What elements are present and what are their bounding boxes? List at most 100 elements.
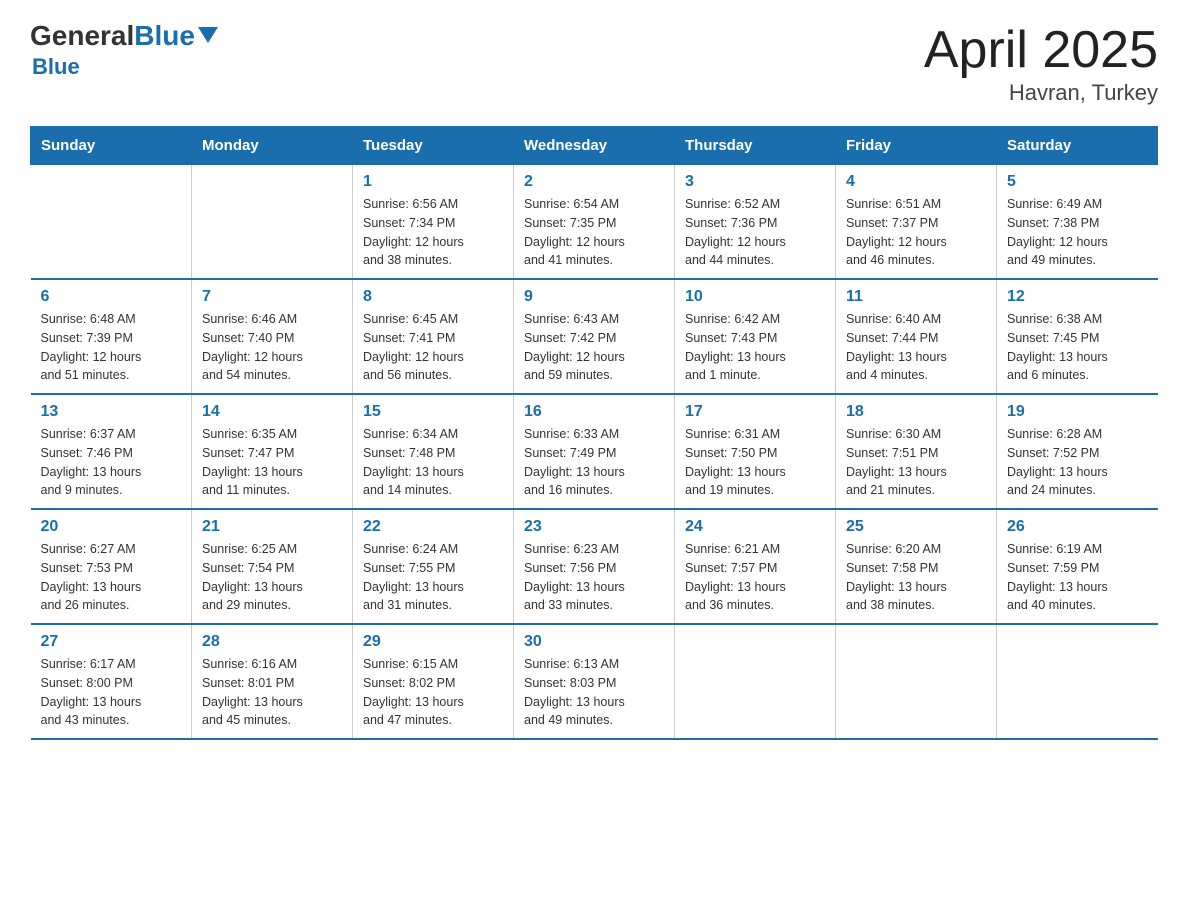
- day-number: 24: [685, 518, 825, 536]
- weekday-header-tuesday: Tuesday: [353, 127, 514, 165]
- day-number: 15: [363, 403, 503, 421]
- day-info: Sunrise: 6:17 AM Sunset: 8:00 PM Dayligh…: [41, 655, 182, 730]
- day-info: Sunrise: 6:51 AM Sunset: 7:37 PM Dayligh…: [846, 195, 986, 270]
- day-info: Sunrise: 6:46 AM Sunset: 7:40 PM Dayligh…: [202, 310, 342, 385]
- week-row-3: 13 Sunrise: 6:37 AM Sunset: 7:46 PM Dayli…: [31, 394, 1158, 509]
- day-info: Sunrise: 6:23 AM Sunset: 7:56 PM Dayligh…: [524, 540, 664, 615]
- weekday-header-monday: Monday: [192, 127, 353, 165]
- day-info: Sunrise: 6:19 AM Sunset: 7:59 PM Dayligh…: [1007, 540, 1148, 615]
- calendar-cell: 4 Sunrise: 6:51 AM Sunset: 7:37 PM Daylig…: [836, 165, 997, 280]
- logo-blue-label: Blue: [32, 54, 80, 80]
- day-info: Sunrise: 6:16 AM Sunset: 8:01 PM Dayligh…: [202, 655, 342, 730]
- day-info: Sunrise: 6:37 AM Sunset: 7:46 PM Dayligh…: [41, 425, 182, 500]
- calendar-table: SundayMondayTuesdayWednesdayThursdayFrid…: [30, 126, 1158, 740]
- day-info: Sunrise: 6:43 AM Sunset: 7:42 PM Dayligh…: [524, 310, 664, 385]
- day-number: 25: [846, 518, 986, 536]
- calendar-cell: 16Sunrise: 6:33 AM Sunset: 7:49 PM Dayli…: [514, 394, 675, 509]
- calendar-cell: 8 Sunrise: 6:45 AM Sunset: 7:41 PM Daylig…: [353, 279, 514, 394]
- month-year-title: April 2025: [924, 20, 1158, 80]
- day-number: 27: [41, 633, 182, 651]
- title-block: April 2025 Havran, Turkey: [924, 20, 1158, 106]
- day-number: 22: [363, 518, 503, 536]
- week-row-4: 20 Sunrise: 6:27 AM Sunset: 7:53 PM Dayli…: [31, 509, 1158, 624]
- calendar-cell: [31, 165, 192, 280]
- day-number: 11: [846, 288, 986, 306]
- day-info: Sunrise: 6:38 AM Sunset: 7:45 PM Dayligh…: [1007, 310, 1148, 385]
- calendar-cell: 14Sunrise: 6:35 AM Sunset: 7:47 PM Dayli…: [192, 394, 353, 509]
- day-info: Sunrise: 6:56 AM Sunset: 7:34 PM Dayligh…: [363, 195, 503, 270]
- day-number: 26: [1007, 518, 1148, 536]
- day-info: Sunrise: 6:25 AM Sunset: 7:54 PM Dayligh…: [202, 540, 342, 615]
- calendar-cell: [997, 624, 1158, 739]
- calendar-cell: 24 Sunrise: 6:21 AM Sunset: 7:57 PM Dayli…: [675, 509, 836, 624]
- calendar-cell: 21 Sunrise: 6:25 AM Sunset: 7:54 PM Dayli…: [192, 509, 353, 624]
- calendar-cell: 18 Sunrise: 6:30 AM Sunset: 7:51 PM Dayli…: [836, 394, 997, 509]
- weekday-header-saturday: Saturday: [997, 127, 1158, 165]
- day-info: Sunrise: 6:15 AM Sunset: 8:02 PM Dayligh…: [363, 655, 503, 730]
- day-info: Sunrise: 6:30 AM Sunset: 7:51 PM Dayligh…: [846, 425, 986, 500]
- day-info: Sunrise: 6:49 AM Sunset: 7:38 PM Dayligh…: [1007, 195, 1148, 270]
- day-number: 23: [524, 518, 664, 536]
- calendar-cell: 7 Sunrise: 6:46 AM Sunset: 7:40 PM Daylig…: [192, 279, 353, 394]
- day-number: 5: [1007, 173, 1148, 191]
- day-info: Sunrise: 6:42 AM Sunset: 7:43 PM Dayligh…: [685, 310, 825, 385]
- calendar-cell: 26 Sunrise: 6:19 AM Sunset: 7:59 PM Dayli…: [997, 509, 1158, 624]
- weekday-header-friday: Friday: [836, 127, 997, 165]
- calendar-cell: [675, 624, 836, 739]
- day-number: 7: [202, 288, 342, 306]
- weekday-header-row: SundayMondayTuesdayWednesdayThursdayFrid…: [31, 127, 1158, 165]
- calendar-cell: 10 Sunrise: 6:42 AM Sunset: 7:43 PM Dayli…: [675, 279, 836, 394]
- day-number: 9: [524, 288, 664, 306]
- day-number: 30: [524, 633, 664, 651]
- day-number: 21: [202, 518, 342, 536]
- day-number: 29: [363, 633, 503, 651]
- calendar-cell: 3 Sunrise: 6:52 AM Sunset: 7:36 PM Daylig…: [675, 165, 836, 280]
- week-row-5: 27 Sunrise: 6:17 AM Sunset: 8:00 PM Dayli…: [31, 624, 1158, 739]
- day-number: 18: [846, 403, 986, 421]
- calendar-cell: 1 Sunrise: 6:56 AM Sunset: 7:34 PM Daylig…: [353, 165, 514, 280]
- calendar-cell: 6 Sunrise: 6:48 AM Sunset: 7:39 PM Daylig…: [31, 279, 192, 394]
- calendar-cell: 9 Sunrise: 6:43 AM Sunset: 7:42 PM Daylig…: [514, 279, 675, 394]
- calendar-cell: 12 Sunrise: 6:38 AM Sunset: 7:45 PM Dayli…: [997, 279, 1158, 394]
- day-number: 13: [41, 403, 182, 421]
- day-number: 17: [685, 403, 825, 421]
- logo-blue-text: Blue: [134, 20, 218, 52]
- day-number: 12: [1007, 288, 1148, 306]
- day-info: Sunrise: 6:31 AM Sunset: 7:50 PM Dayligh…: [685, 425, 825, 500]
- calendar-cell: 13 Sunrise: 6:37 AM Sunset: 7:46 PM Dayli…: [31, 394, 192, 509]
- day-number: 2: [524, 173, 664, 191]
- weekday-header-sunday: Sunday: [31, 127, 192, 165]
- day-number: 20: [41, 518, 182, 536]
- day-number: 4: [846, 173, 986, 191]
- calendar-cell: 27 Sunrise: 6:17 AM Sunset: 8:00 PM Dayli…: [31, 624, 192, 739]
- day-number: 10: [685, 288, 825, 306]
- logo-triangle-icon: [198, 27, 218, 43]
- calendar-cell: 2 Sunrise: 6:54 AM Sunset: 7:35 PM Daylig…: [514, 165, 675, 280]
- page-header: General Blue Blue April 2025 Havran, Tur…: [30, 20, 1158, 106]
- day-info: Sunrise: 6:48 AM Sunset: 7:39 PM Dayligh…: [41, 310, 182, 385]
- day-info: Sunrise: 6:45 AM Sunset: 7:41 PM Dayligh…: [363, 310, 503, 385]
- day-number: 14: [202, 403, 342, 421]
- day-info: Sunrise: 6:52 AM Sunset: 7:36 PM Dayligh…: [685, 195, 825, 270]
- day-number: 8: [363, 288, 503, 306]
- day-info: Sunrise: 6:24 AM Sunset: 7:55 PM Dayligh…: [363, 540, 503, 615]
- logo: General Blue Blue: [30, 20, 218, 80]
- calendar-cell: 20 Sunrise: 6:27 AM Sunset: 7:53 PM Dayli…: [31, 509, 192, 624]
- day-info: Sunrise: 6:54 AM Sunset: 7:35 PM Dayligh…: [524, 195, 664, 270]
- calendar-cell: 28 Sunrise: 6:16 AM Sunset: 8:01 PM Dayli…: [192, 624, 353, 739]
- day-number: 6: [41, 288, 182, 306]
- day-number: 3: [685, 173, 825, 191]
- calendar-cell: 29 Sunrise: 6:15 AM Sunset: 8:02 PM Dayli…: [353, 624, 514, 739]
- day-number: 28: [202, 633, 342, 651]
- day-info: Sunrise: 6:21 AM Sunset: 7:57 PM Dayligh…: [685, 540, 825, 615]
- calendar-cell: 23 Sunrise: 6:23 AM Sunset: 7:56 PM Dayli…: [514, 509, 675, 624]
- location-subtitle: Havran, Turkey: [924, 80, 1158, 106]
- calendar-cell: 30 Sunrise: 6:13 AM Sunset: 8:03 PM Dayli…: [514, 624, 675, 739]
- calendar-cell: [192, 165, 353, 280]
- calendar-cell: 22 Sunrise: 6:24 AM Sunset: 7:55 PM Dayli…: [353, 509, 514, 624]
- day-info: Sunrise: 6:27 AM Sunset: 7:53 PM Dayligh…: [41, 540, 182, 615]
- day-info: Sunrise: 6:13 AM Sunset: 8:03 PM Dayligh…: [524, 655, 664, 730]
- calendar-cell: 5 Sunrise: 6:49 AM Sunset: 7:38 PM Daylig…: [997, 165, 1158, 280]
- day-info: Sunrise: 6:40 AM Sunset: 7:44 PM Dayligh…: [846, 310, 986, 385]
- day-number: 1: [363, 173, 503, 191]
